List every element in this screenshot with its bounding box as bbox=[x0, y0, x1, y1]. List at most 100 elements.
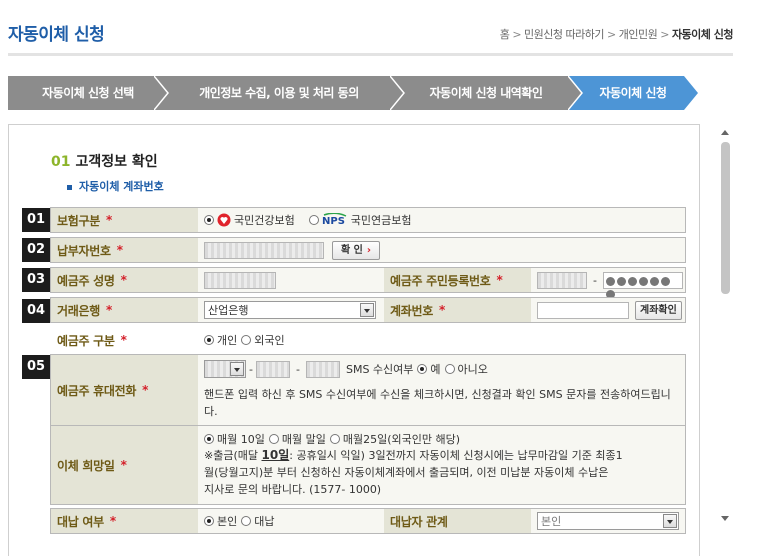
depositor-type-row: 예금주 구분 * 개인 외국인 bbox=[50, 327, 686, 353]
form-panel: 01 고객정보 확인 자동이체 계좌번호 01 보험구분 * 국민건강보험 NPS … bbox=[8, 124, 700, 556]
option-label: 매월 10일 bbox=[217, 432, 265, 446]
mobile-prefix-select[interactable] bbox=[204, 360, 246, 378]
label-text: 대납자 관계 bbox=[390, 514, 448, 529]
field-label: 예금주 구분 * bbox=[51, 328, 198, 352]
id-front-input[interactable] bbox=[537, 271, 587, 289]
label-text: 예금주 구분 bbox=[57, 333, 115, 348]
mobile-last-input[interactable] bbox=[305, 360, 340, 378]
transfer-notice-line: 월(당월고지)분 부터 신청하신 자동이체계좌에서 출금되며, 이전 미납분 자… bbox=[204, 466, 609, 479]
field-label: 보험구분 * bbox=[51, 208, 198, 232]
scroll-up-icon[interactable] bbox=[721, 130, 729, 135]
transfer-notice-line: 지사로 문의 바랍니다. (1577- 1000) bbox=[204, 483, 382, 496]
account-verify-button[interactable]: 계좌확인 bbox=[635, 300, 682, 320]
id-back-input[interactable] bbox=[602, 271, 683, 299]
field-label: 납부자번호 * bbox=[51, 238, 198, 262]
vertical-scrollbar[interactable] bbox=[716, 124, 736, 524]
mobile-fields: - - SMS 수신여부 예 아니오 핸드폰 입력 하신 후 SMS 수신여부에… bbox=[204, 360, 684, 420]
notice-emphasis: 10일 bbox=[261, 448, 290, 462]
radio-day-25[interactable] bbox=[329, 433, 340, 444]
option-label: 예 bbox=[430, 363, 441, 376]
insurance-type-row: 보험구분 * 국민건강보험 NPS 국민연금보험 bbox=[50, 207, 686, 233]
scroll-down-icon[interactable] bbox=[721, 516, 729, 521]
chevron-down-icon bbox=[663, 514, 677, 528]
row-number-badge: 02 bbox=[22, 238, 50, 262]
required-mark: * bbox=[105, 303, 112, 317]
option-label: 매월25일(외국인만 해당) bbox=[342, 432, 460, 446]
mobile-middle-input[interactable] bbox=[255, 360, 290, 378]
section-number: 01 bbox=[51, 154, 71, 170]
radio-individual[interactable] bbox=[204, 335, 214, 345]
sms-notice: 핸드폰 입력 하신 후 SMS 수신여부에 수신을 체크하시면, 신청결과 확인… bbox=[204, 388, 671, 418]
transfer-notice-line: ※출금(매달 10일: 공휴일시 익일) 3일전까지 자동이체 신청시에는 납무… bbox=[204, 447, 684, 464]
selected-value: 산업은행 bbox=[208, 304, 249, 317]
option-label: 국민건강보험 bbox=[234, 214, 295, 227]
bank-select[interactable]: 산업은행 bbox=[204, 301, 376, 319]
field-label: 예금주 주민등록번호 * bbox=[384, 268, 531, 292]
radio-foreigner[interactable] bbox=[241, 335, 252, 345]
label-text: 거래은행 bbox=[57, 303, 100, 318]
required-mark: * bbox=[120, 273, 127, 287]
notice-text: ※출금(매달 bbox=[204, 449, 262, 462]
depositor-row: 예금주 성명 * 예금주 주민등록번호 * - bbox=[50, 267, 686, 299]
depositor-name-input[interactable] bbox=[204, 271, 276, 289]
option-label: 매월 말일 bbox=[281, 432, 326, 446]
sms-label: SMS 수신여부 bbox=[345, 363, 414, 376]
section-title: 01 고객정보 확인 bbox=[51, 151, 158, 171]
radio-self[interactable] bbox=[204, 516, 214, 526]
radio-nhis[interactable] bbox=[204, 215, 214, 225]
label-text: 예금주 성명 bbox=[57, 273, 115, 288]
title-divider bbox=[8, 53, 733, 56]
breadcrumb-item[interactable]: 민원신청 따라하기 bbox=[524, 28, 604, 41]
required-mark: * bbox=[105, 213, 112, 227]
required-mark: * bbox=[120, 458, 127, 472]
breadcrumb-separator-icon: > bbox=[660, 28, 669, 41]
bank-row: 거래은행 * 산업은행 계좌번호 * 계좌확인 bbox=[50, 297, 686, 323]
label-text: 대납 여부 bbox=[57, 514, 104, 529]
step-label: 자동이체 신청 내역확인 bbox=[429, 86, 543, 100]
selected-value: 본인 bbox=[541, 515, 562, 528]
breadcrumb-current: 자동이체 신청 bbox=[671, 28, 734, 41]
row-number-badge: 03 bbox=[22, 268, 50, 292]
depositor-name-field bbox=[204, 268, 276, 292]
relation-select-field: 본인 bbox=[537, 509, 679, 533]
depositor-type-options: 개인 외국인 bbox=[204, 328, 285, 352]
insurance-options: 국민건강보험 NPS 국민연금보험 bbox=[204, 208, 411, 232]
step-progress-bar: 자동이체 신청 선택 개인정보 수집, 이용 및 처리 동의 자동이체 신청 내… bbox=[8, 76, 698, 110]
confirm-button[interactable]: 확 인 › bbox=[332, 240, 381, 260]
option-label: 국민연금보험 bbox=[350, 214, 412, 227]
required-mark: * bbox=[142, 383, 149, 397]
page-title: 자동이체 신청 bbox=[8, 25, 105, 45]
breadcrumb-separator-icon: > bbox=[607, 28, 616, 41]
option-label: 아니오 bbox=[457, 363, 488, 376]
radio-sms-no[interactable] bbox=[444, 364, 455, 374]
radio-proxy[interactable] bbox=[241, 516, 252, 526]
radio-day-end[interactable] bbox=[268, 433, 279, 444]
payer-number-input[interactable] bbox=[204, 241, 324, 259]
radio-nps[interactable] bbox=[308, 215, 319, 225]
transfer-date-row: 이체 희망일 * 매월 10일 매월 말일 매월25일(외국인만 해당) ※출금(… bbox=[50, 425, 686, 505]
relation-select[interactable]: 본인 bbox=[537, 512, 679, 530]
label-text: 계좌번호 bbox=[390, 303, 433, 318]
radio-day-10[interactable] bbox=[204, 433, 214, 444]
separator: - bbox=[249, 362, 253, 376]
mobile-input-line: - - SMS 수신여부 예 아니오 bbox=[204, 360, 684, 378]
required-mark: * bbox=[438, 303, 445, 317]
step-consent: 개인정보 수집, 이용 및 처리 동의 bbox=[154, 76, 404, 110]
account-number-input[interactable] bbox=[537, 301, 629, 319]
account-field: 계좌확인 bbox=[537, 298, 682, 322]
breadcrumb-home[interactable]: 홈 bbox=[500, 28, 510, 41]
field-label: 대납자 관계 bbox=[384, 509, 531, 533]
label-text: 이체 희망일 bbox=[57, 458, 115, 473]
option-label: 대납 bbox=[254, 515, 275, 528]
separator: - bbox=[593, 273, 597, 287]
required-mark: * bbox=[120, 333, 127, 347]
option-label: 외국인 bbox=[254, 334, 285, 347]
section-subtitle: 자동이체 계좌번호 bbox=[67, 178, 164, 194]
field-label: 계좌번호 * bbox=[384, 298, 531, 322]
breadcrumb-item[interactable]: 개인민원 bbox=[619, 28, 658, 41]
row-number-badge: 05 bbox=[22, 355, 50, 379]
scroll-thumb[interactable] bbox=[721, 142, 730, 294]
payer-number-row: 납부자번호 * 확 인 › bbox=[50, 237, 686, 263]
radio-sms-yes[interactable] bbox=[417, 364, 428, 374]
step-label: 개인정보 수집, 이용 및 처리 동의 bbox=[199, 86, 359, 100]
